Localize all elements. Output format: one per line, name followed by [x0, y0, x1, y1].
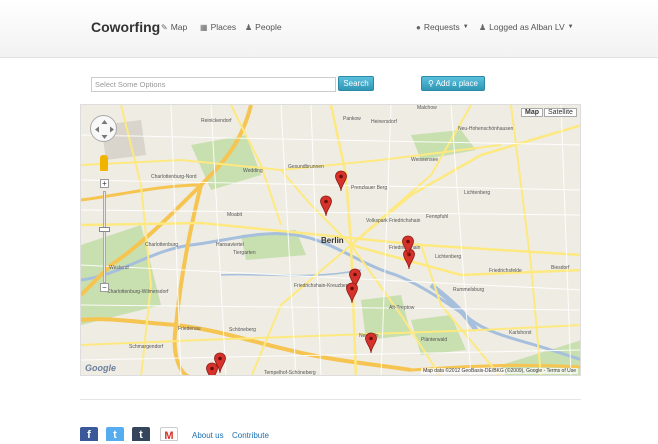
twitter-icon[interactable]: t: [106, 427, 124, 441]
footer-divider: [80, 399, 581, 400]
map-label: Reinickendorf: [201, 118, 232, 124]
place-marker-icon[interactable]: [334, 170, 348, 192]
about-link[interactable]: About us: [192, 431, 224, 440]
place-marker-icon[interactable]: [205, 362, 219, 376]
facebook-icon[interactable]: f: [80, 427, 98, 441]
map-icon: ✎: [161, 22, 168, 32]
search-button[interactable]: Search: [338, 76, 374, 91]
map-label: Friedrichshain-Kreuzberg: [294, 283, 351, 289]
search-input[interactable]: Select Some Options: [91, 77, 336, 92]
person-icon: ♟: [479, 22, 487, 32]
map-label: Alt-Treptow: [389, 305, 415, 311]
map-label: Pankow: [343, 116, 361, 122]
map-label: Prenzlauer Berg: [351, 185, 388, 191]
add-place-button[interactable]: ⚲ Add a place: [421, 76, 485, 91]
map-label: Charlottenburg-Nord: [151, 174, 197, 180]
user-label: Logged as Alban LV: [489, 22, 565, 32]
map-label: Schöneberg: [229, 327, 256, 333]
nav-places-label: Places: [210, 22, 237, 32]
place-marker-icon[interactable]: [345, 282, 359, 304]
map-label: Heinersdorf: [371, 119, 397, 125]
brand-logo[interactable]: Coworfing: [91, 19, 160, 35]
grid-icon: ▦: [200, 22, 208, 32]
place-marker-icon[interactable]: [364, 332, 378, 354]
tumblr-icon[interactable]: t: [132, 427, 150, 441]
nav-map[interactable]: ✎ Map: [161, 22, 187, 32]
map-label: Plänterwald: [421, 337, 448, 343]
caret-down-icon: ▼: [462, 24, 469, 30]
info-icon: ●: [416, 22, 421, 32]
place-marker-icon[interactable]: [319, 195, 333, 217]
map-label: Charlottenburg: [145, 242, 179, 248]
map-label: Charlottenburg-Wilmersdorf: [107, 289, 169, 295]
zoom-slider-track[interactable]: [103, 191, 106, 283]
contribute-link[interactable]: Contribute: [232, 431, 269, 440]
map-label: Friedenau: [178, 326, 201, 332]
map-city-label: Berlin: [321, 236, 344, 245]
gmail-icon[interactable]: M: [160, 427, 178, 442]
map-type-satellite[interactable]: Satellite: [544, 108, 577, 117]
map-label: Moabit: [227, 212, 243, 218]
street-view-pegman-icon[interactable]: [100, 155, 108, 171]
nav-map-label: Map: [170, 22, 188, 32]
map-label: Rummelsburg: [453, 287, 485, 293]
navbar: Coworfing ✎ Map ▦ Places ♟ People ● Requ…: [0, 0, 658, 58]
map-label: Tempelhof-Schöneberg: [264, 370, 316, 376]
map-type-map[interactable]: Map: [521, 108, 543, 117]
map-label: Karlshorst: [509, 330, 532, 336]
place-marker-icon[interactable]: [401, 235, 415, 257]
pin-icon: ⚲: [428, 79, 434, 88]
user-dropdown[interactable]: ♟ Logged as Alban LV ▼: [479, 22, 574, 32]
zoom-out-button[interactable]: −: [100, 283, 109, 292]
map-label: Hansaviertel: [216, 242, 244, 248]
person-icon: ♟: [245, 22, 253, 32]
requests-dropdown[interactable]: ● Requests ▼: [416, 22, 469, 32]
zoom-in-button[interactable]: +: [100, 179, 109, 188]
nav-people-label: People: [255, 22, 282, 32]
caret-down-icon: ▼: [567, 24, 574, 30]
map-label: Malchow: [417, 105, 437, 111]
map-label: Westend: [109, 265, 129, 271]
map-label: Volkspark Friedrichshain: [366, 218, 421, 224]
map-label: Neu-Hohenschönhausen: [458, 126, 514, 132]
nav-places[interactable]: ▦ Places: [200, 22, 236, 32]
pan-arrows-icon: [95, 120, 114, 139]
map-label: Biesdorf: [551, 265, 570, 271]
map-label: Fennpfuhl: [426, 214, 449, 220]
map-label: Gesundbrunnen: [288, 164, 324, 170]
map-label: Weissensee: [411, 157, 439, 163]
google-logo: Google: [85, 363, 116, 373]
map-label: Tiergarten: [233, 250, 256, 256]
nav-people[interactable]: ♟ People: [245, 22, 282, 32]
requests-label: Requests: [423, 22, 460, 32]
map-attribution[interactable]: Map data ©2012 GeoBasis-DE/BKG (©2009), …: [421, 368, 578, 374]
pan-control[interactable]: [90, 115, 117, 142]
map-label: Schmargendorf: [129, 344, 164, 350]
map-view[interactable]: Reinickendorf Pankow Heinersdorf Malchow…: [80, 104, 581, 376]
map-label: Friedrichsfelde: [489, 268, 522, 274]
zoom-slider-thumb[interactable]: [99, 227, 110, 232]
map-label: Lichtenberg: [435, 254, 462, 260]
map-label: Wedding: [243, 168, 263, 174]
add-place-label: Add a place: [435, 79, 478, 88]
map-label: Lichtenberg: [464, 190, 491, 196]
